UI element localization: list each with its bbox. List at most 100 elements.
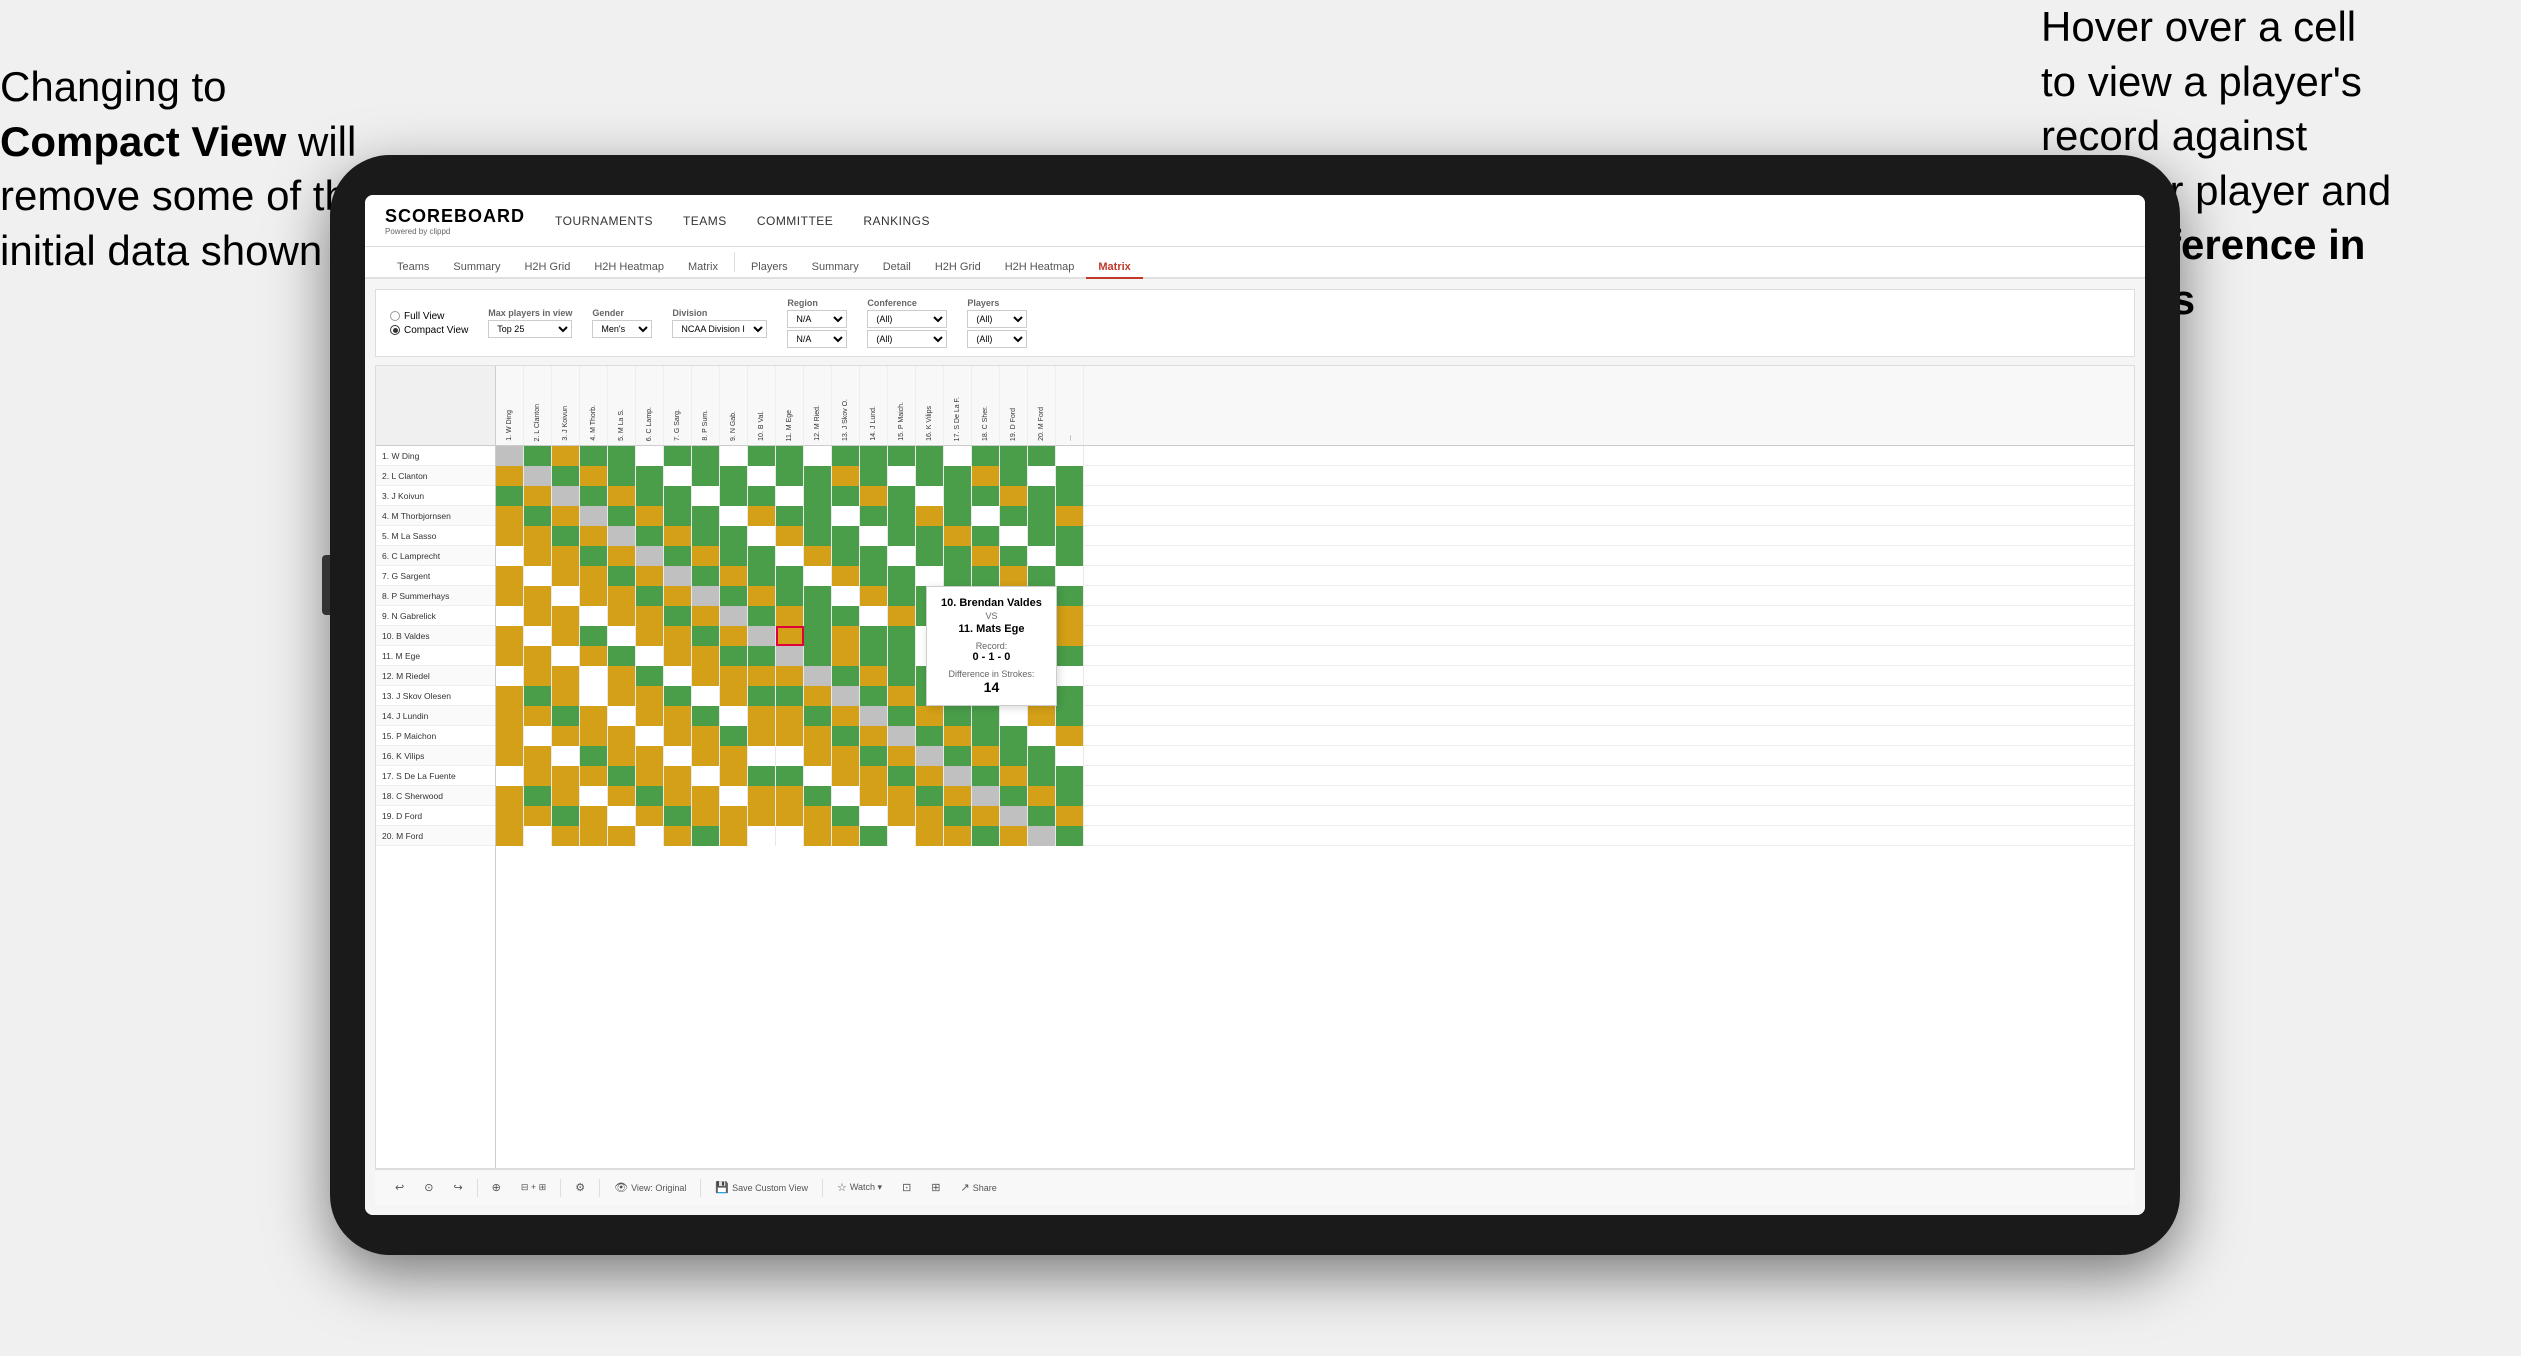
cell-15-18[interactable] xyxy=(972,726,1000,746)
cell-1-4[interactable] xyxy=(580,446,608,466)
cell-17-1[interactable] xyxy=(496,766,524,786)
cell-6-3[interactable] xyxy=(552,546,580,566)
cell-4-20[interactable] xyxy=(1028,506,1056,526)
cell-2-11[interactable] xyxy=(776,466,804,486)
cell-19-8[interactable] xyxy=(692,806,720,826)
cell-12-14[interactable] xyxy=(860,666,888,686)
view-original-button[interactable]: 👁 View: Original xyxy=(608,1178,692,1197)
cell-13-12[interactable] xyxy=(804,686,832,706)
cell-18-more[interactable] xyxy=(1056,786,1084,806)
cell-18-8[interactable] xyxy=(692,786,720,806)
cell-18-13[interactable] xyxy=(832,786,860,806)
cell-11-9[interactable] xyxy=(720,646,748,666)
cell-13-2[interactable] xyxy=(524,686,552,706)
cell-1-17[interactable] xyxy=(944,446,972,466)
cell-16-7[interactable] xyxy=(664,746,692,766)
cell-13-11[interactable] xyxy=(776,686,804,706)
cell-5-13[interactable] xyxy=(832,526,860,546)
cell-20-more[interactable] xyxy=(1056,826,1084,846)
cell-19-6[interactable] xyxy=(636,806,664,826)
cell-2-20[interactable] xyxy=(1028,466,1056,486)
cell-3-9[interactable] xyxy=(720,486,748,506)
cell-11-3[interactable] xyxy=(552,646,580,666)
cell-4-7[interactable] xyxy=(664,506,692,526)
cell-19-20[interactable] xyxy=(1028,806,1056,826)
cell-15-14[interactable] xyxy=(860,726,888,746)
cell-14-7[interactable] xyxy=(664,706,692,726)
cell-4-9[interactable] xyxy=(720,506,748,526)
cell-8-13[interactable] xyxy=(832,586,860,606)
cell-5-19[interactable] xyxy=(1000,526,1028,546)
cell-13-15[interactable] xyxy=(888,686,916,706)
cell-18-3[interactable] xyxy=(552,786,580,806)
cell-6-1[interactable] xyxy=(496,546,524,566)
tab-h2h-heatmap1[interactable]: H2H Heatmap xyxy=(582,257,676,279)
cell-14-5[interactable] xyxy=(608,706,636,726)
cell-15-11[interactable] xyxy=(776,726,804,746)
cell-7-15[interactable] xyxy=(888,566,916,586)
cell-9-10[interactable] xyxy=(748,606,776,626)
players-select[interactable]: (All) xyxy=(967,310,1027,328)
cell-3-7[interactable] xyxy=(664,486,692,506)
cell-15-17[interactable] xyxy=(944,726,972,746)
cell-16-15[interactable] xyxy=(888,746,916,766)
undo-button[interactable]: ↩ xyxy=(389,1178,410,1197)
redo-button[interactable]: ↪ xyxy=(447,1178,468,1197)
cell-6-17[interactable] xyxy=(944,546,972,566)
cell-3-2[interactable] xyxy=(524,486,552,506)
cell-13-1[interactable] xyxy=(496,686,524,706)
cell-7-17[interactable] xyxy=(944,566,972,586)
cell-5-9[interactable] xyxy=(720,526,748,546)
cell-18-19[interactable] xyxy=(1000,786,1028,806)
cell-7-3[interactable] xyxy=(552,566,580,586)
cell-9-12[interactable] xyxy=(804,606,832,626)
cell-6-9[interactable] xyxy=(720,546,748,566)
cell-7-18[interactable] xyxy=(972,566,1000,586)
cell-2-1[interactable] xyxy=(496,466,524,486)
cell-12-10[interactable] xyxy=(748,666,776,686)
cell-20-8[interactable] xyxy=(692,826,720,846)
cell-5-14[interactable] xyxy=(860,526,888,546)
cell-13-14[interactable] xyxy=(860,686,888,706)
cell-2-more[interactable] xyxy=(1056,466,1084,486)
cell-4-more[interactable] xyxy=(1056,506,1084,526)
cell-1-15[interactable] xyxy=(888,446,916,466)
cell-6-11[interactable] xyxy=(776,546,804,566)
cell-18-4[interactable] xyxy=(580,786,608,806)
cell-8-2[interactable] xyxy=(524,586,552,606)
cell-7-19[interactable] xyxy=(1000,566,1028,586)
cell-18-7[interactable] xyxy=(664,786,692,806)
cell-16-10[interactable] xyxy=(748,746,776,766)
cell-17-17[interactable] xyxy=(944,766,972,786)
cell-16-3[interactable] xyxy=(552,746,580,766)
cell-14-15[interactable] xyxy=(888,706,916,726)
nav-rankings[interactable]: RANKINGS xyxy=(863,214,930,228)
cell-9-9[interactable] xyxy=(720,606,748,626)
cell-2-8[interactable] xyxy=(692,466,720,486)
cell-19-12[interactable] xyxy=(804,806,832,826)
cell-11-5[interactable] xyxy=(608,646,636,666)
center-button[interactable]: ⊙ xyxy=(418,1178,439,1197)
cell-3-8[interactable] xyxy=(692,486,720,506)
cell-4-17[interactable] xyxy=(944,506,972,526)
cell-18-14[interactable] xyxy=(860,786,888,806)
cell-19-19[interactable] xyxy=(1000,806,1028,826)
cell-7-7[interactable] xyxy=(664,566,692,586)
cell-12-8[interactable] xyxy=(692,666,720,686)
cell-1-2[interactable] xyxy=(524,446,552,466)
cell-18-6[interactable] xyxy=(636,786,664,806)
cell-19-15[interactable] xyxy=(888,806,916,826)
cell-5-3[interactable] xyxy=(552,526,580,546)
cell-4-11[interactable] xyxy=(776,506,804,526)
cell-9-more[interactable] xyxy=(1056,606,1084,626)
cell-3-11[interactable] xyxy=(776,486,804,506)
cell-11-more[interactable] xyxy=(1056,646,1084,666)
cell-3-4[interactable] xyxy=(580,486,608,506)
cell-15-20[interactable] xyxy=(1028,726,1056,746)
cell-20-17[interactable] xyxy=(944,826,972,846)
cell-3-19[interactable] xyxy=(1000,486,1028,506)
cell-10-7[interactable] xyxy=(664,626,692,646)
cell-7-20[interactable] xyxy=(1028,566,1056,586)
cell-9-6[interactable] xyxy=(636,606,664,626)
cell-2-18[interactable] xyxy=(972,466,1000,486)
